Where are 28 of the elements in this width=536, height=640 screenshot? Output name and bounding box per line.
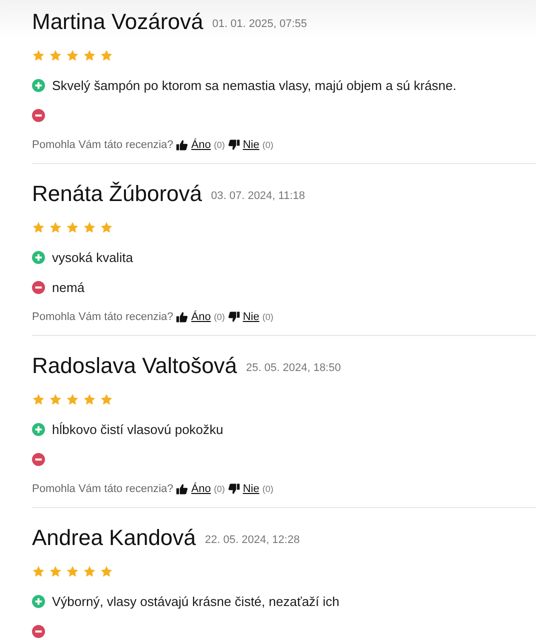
review-date: 25. 05. 2024, 18:50: [246, 361, 341, 374]
pro-text: Skvelý šampón po ktorom sa nemastia vlasy, majú objem a sú krásne.: [52, 78, 456, 92]
helpful-question: Pomohla Vám táto recenzia?: [32, 483, 174, 495]
reviewer-name: Renáta Žúborová: [32, 181, 202, 207]
reviewer-name: Martina Vozárová: [32, 9, 204, 35]
yes-count: (0): [214, 484, 225, 494]
no-count: (0): [262, 312, 274, 322]
review-date: 01. 01. 2025, 07:55: [212, 17, 308, 30]
pro-text: vysoká kvalita: [52, 250, 133, 264]
con-text: nemá: [52, 280, 85, 294]
helpful-link[interactable]: Áno: [191, 483, 211, 495]
helpful-link[interactable]: Áno: [191, 139, 211, 151]
helpful-question: Pomohla Vám táto recenzia?: [32, 311, 174, 323]
no-count: (0): [262, 484, 274, 494]
pro-text: Výborný, vlasy ostávajú krásne čisté, nezaťaží ich: [52, 594, 340, 608]
not-helpful-link[interactable]: Nie: [242, 139, 260, 151]
no-count: (0): [262, 140, 274, 150]
yes-count: (0): [214, 312, 225, 322]
review-date: 03. 07. 2024, 11:18: [211, 189, 305, 202]
yes-count: (0): [214, 140, 225, 150]
reviewer-name: Andrea Kandová: [32, 525, 196, 551]
helpful-link[interactable]: Áno: [191, 311, 211, 323]
not-helpful-link[interactable]: Nie: [242, 311, 260, 323]
not-helpful-link[interactable]: Nie: [242, 483, 260, 495]
reviewer-name: Radoslava Valtošová: [32, 353, 238, 379]
pro-text: hĺbkovo čistí vlasovú pokožku: [52, 422, 224, 436]
helpful-question: Pomohla Vám táto recenzia?: [32, 139, 174, 151]
review-date: 22. 05. 2024, 12:28: [204, 533, 300, 546]
